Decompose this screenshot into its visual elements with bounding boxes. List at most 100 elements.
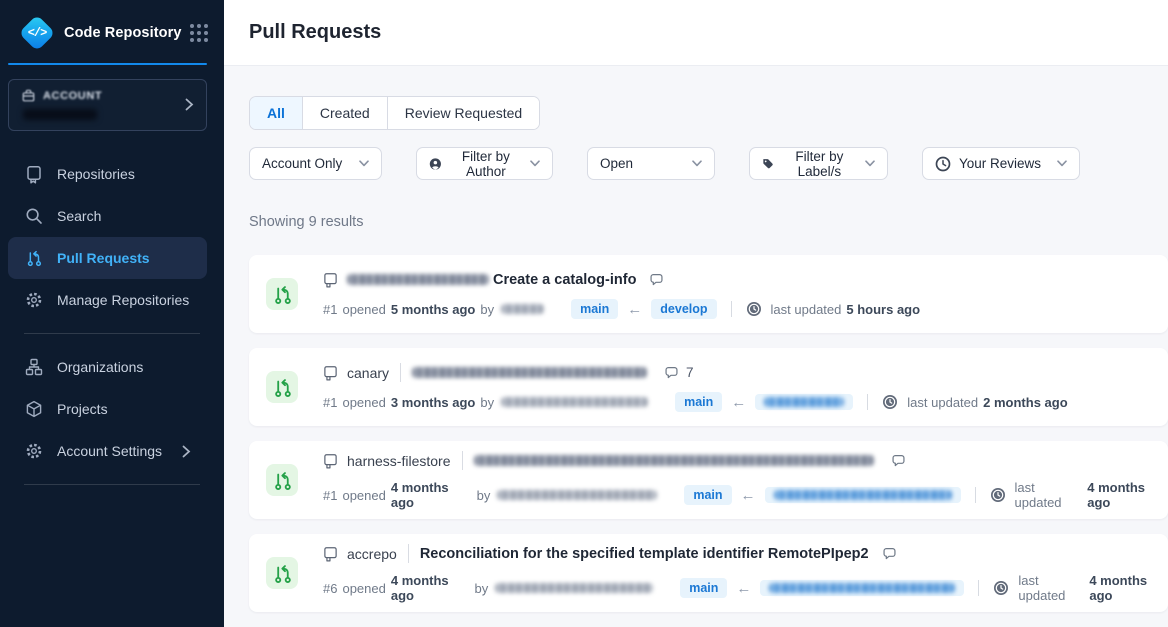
comment-icon bbox=[882, 546, 897, 561]
pull-request-list: Create a catalog-info #1 opened 5 m bbox=[249, 255, 1168, 612]
filter-label: Filter by Label/s bbox=[782, 149, 857, 179]
nav-item-icon bbox=[24, 442, 44, 460]
last-updated-label: last updated bbox=[771, 302, 842, 317]
target-branch-name: main bbox=[693, 488, 722, 502]
tag-icon bbox=[762, 156, 774, 171]
tab-all[interactable]: All bbox=[250, 97, 302, 129]
clock-icon bbox=[935, 156, 951, 172]
sidebar-item-label: Projects bbox=[57, 401, 191, 417]
page-title: Pull Requests bbox=[249, 21, 381, 44]
chevron-down-icon bbox=[692, 160, 702, 167]
tab-created[interactable]: Created bbox=[302, 97, 387, 129]
app-title: Code Repository bbox=[64, 25, 182, 41]
last-updated-ago: 2 months ago bbox=[983, 395, 1068, 410]
redacted-author-name bbox=[501, 304, 544, 314]
pull-request-status-icon bbox=[266, 371, 298, 403]
last-updated-ago: 4 months ago bbox=[1087, 480, 1168, 510]
sidebar-divider bbox=[24, 484, 200, 485]
redacted-source-branch bbox=[774, 490, 952, 500]
last-updated-label: last updated bbox=[1018, 573, 1084, 603]
filter-label: Your Reviews bbox=[959, 156, 1041, 171]
search-icon bbox=[25, 207, 43, 225]
redacted-repo-name bbox=[347, 274, 489, 285]
pull-request-row[interactable]: canary 7 #1 bbox=[249, 348, 1168, 426]
last-updated-clock-icon bbox=[882, 394, 898, 410]
filter-account-only[interactable]: Account Only bbox=[249, 147, 382, 180]
chevron-down-icon bbox=[1057, 160, 1067, 167]
pull-request-row[interactable]: harness-filestore bbox=[249, 441, 1168, 519]
vertical-divider bbox=[867, 394, 868, 410]
opened-label: opened bbox=[342, 488, 385, 503]
sidebar-item-repositories[interactable]: Repositories bbox=[8, 153, 207, 195]
source-branch-badge[interactable] bbox=[765, 487, 961, 503]
sidebar-item-account-settings[interactable]: Account Settings bbox=[8, 430, 207, 472]
repository-icon bbox=[323, 546, 338, 562]
pull-request-icon bbox=[25, 249, 43, 267]
tab-review-requested[interactable]: Review Requested bbox=[387, 97, 540, 129]
chevron-down-icon bbox=[530, 160, 540, 167]
filter-label-group: Your Reviews bbox=[935, 156, 1041, 172]
target-branch-badge[interactable]: main bbox=[571, 299, 618, 319]
opened-label: opened bbox=[342, 395, 385, 410]
nav-item-icon bbox=[24, 165, 44, 183]
merge-direction-arrow-icon: ← bbox=[741, 487, 756, 504]
pr-title[interactable]: Reconciliation for the specified templat… bbox=[420, 546, 869, 562]
redacted-source-branch bbox=[769, 583, 955, 593]
filter-label-group: Filter by Label/s bbox=[762, 149, 857, 179]
pull-request-row[interactable]: Create a catalog-info #1 opened 5 m bbox=[249, 255, 1168, 333]
chevron-right-icon bbox=[185, 98, 194, 111]
opened-label: opened bbox=[342, 302, 385, 317]
brand-header: </> Code Repository bbox=[0, 0, 224, 50]
redacted-source-branch bbox=[764, 397, 844, 407]
main-area: Pull Requests All Created Review Request… bbox=[224, 0, 1168, 627]
filter-filter-by-author[interactable]: Filter by Author bbox=[416, 147, 553, 180]
sidebar-item-organizations[interactable]: Organizations bbox=[8, 346, 207, 388]
pr-title[interactable]: Create a catalog-info bbox=[493, 272, 636, 288]
sidebar-item-projects[interactable]: Projects bbox=[8, 388, 207, 430]
pr-meta-line: #1 opened 4 months ago by main ← bbox=[323, 480, 1168, 510]
pr-tabs: All Created Review Requested bbox=[249, 96, 540, 130]
account-icon bbox=[21, 89, 36, 103]
opened-ago: 4 months ago bbox=[391, 480, 472, 510]
by-label: by bbox=[480, 395, 494, 410]
filter-filter-by-label-s[interactable]: Filter by Label/s bbox=[749, 147, 888, 180]
redacted-pr-title bbox=[474, 455, 874, 466]
redacted-author-name bbox=[501, 397, 648, 407]
comment-count: 7 bbox=[686, 365, 694, 380]
sidebar-item-search[interactable]: Search bbox=[8, 195, 207, 237]
organizations-icon bbox=[25, 358, 43, 376]
chevron-right-icon bbox=[182, 445, 191, 458]
comment-icon bbox=[664, 365, 679, 380]
target-branch-name: main bbox=[580, 302, 609, 316]
sidebar-item-label: Account Settings bbox=[57, 443, 169, 459]
sidebar: </> Code Repository ACCOUNT bbox=[0, 0, 224, 627]
redacted-pr-title bbox=[412, 367, 647, 378]
repository-icon bbox=[323, 272, 338, 288]
filter-your-reviews[interactable]: Your Reviews bbox=[922, 147, 1080, 180]
repo-name[interactable]: harness-filestore bbox=[347, 453, 451, 469]
repo-name[interactable]: canary bbox=[347, 365, 389, 381]
filter-open[interactable]: Open bbox=[587, 147, 715, 180]
target-branch-badge[interactable]: main bbox=[684, 485, 731, 505]
repo-name[interactable]: accrepo bbox=[347, 546, 397, 562]
pr-details: canary 7 #1 bbox=[323, 362, 1168, 412]
source-branch-badge[interactable] bbox=[755, 394, 853, 410]
target-branch-badge[interactable]: main bbox=[680, 578, 727, 598]
sidebar-item-label: Organizations bbox=[57, 359, 191, 375]
target-branch-badge[interactable]: main bbox=[675, 392, 722, 412]
source-branch-badge[interactable]: develop bbox=[651, 299, 716, 319]
content-area: All Created Review Requested Account Onl… bbox=[224, 66, 1168, 627]
pr-meta-line: #1 opened 3 months ago by main ← bbox=[323, 392, 1168, 412]
sidebar-item-manage-repositories[interactable]: Manage Repositories bbox=[8, 279, 207, 321]
pull-request-row[interactable]: accrepo Reconciliation for the specified… bbox=[249, 534, 1168, 612]
filter-label-group: Open bbox=[600, 156, 633, 171]
target-branch-name: main bbox=[684, 395, 713, 409]
sidebar-item-pull-requests[interactable]: Pull Requests bbox=[8, 237, 207, 279]
redacted-account-name bbox=[23, 109, 97, 120]
account-selector[interactable]: ACCOUNT bbox=[8, 79, 207, 131]
by-label: by bbox=[477, 488, 491, 503]
last-updated-ago: 5 hours ago bbox=[846, 302, 920, 317]
app-switcher-grid-icon[interactable] bbox=[190, 24, 208, 42]
source-branch-badge[interactable] bbox=[760, 580, 964, 596]
app-logo-icon: </> bbox=[20, 16, 54, 50]
